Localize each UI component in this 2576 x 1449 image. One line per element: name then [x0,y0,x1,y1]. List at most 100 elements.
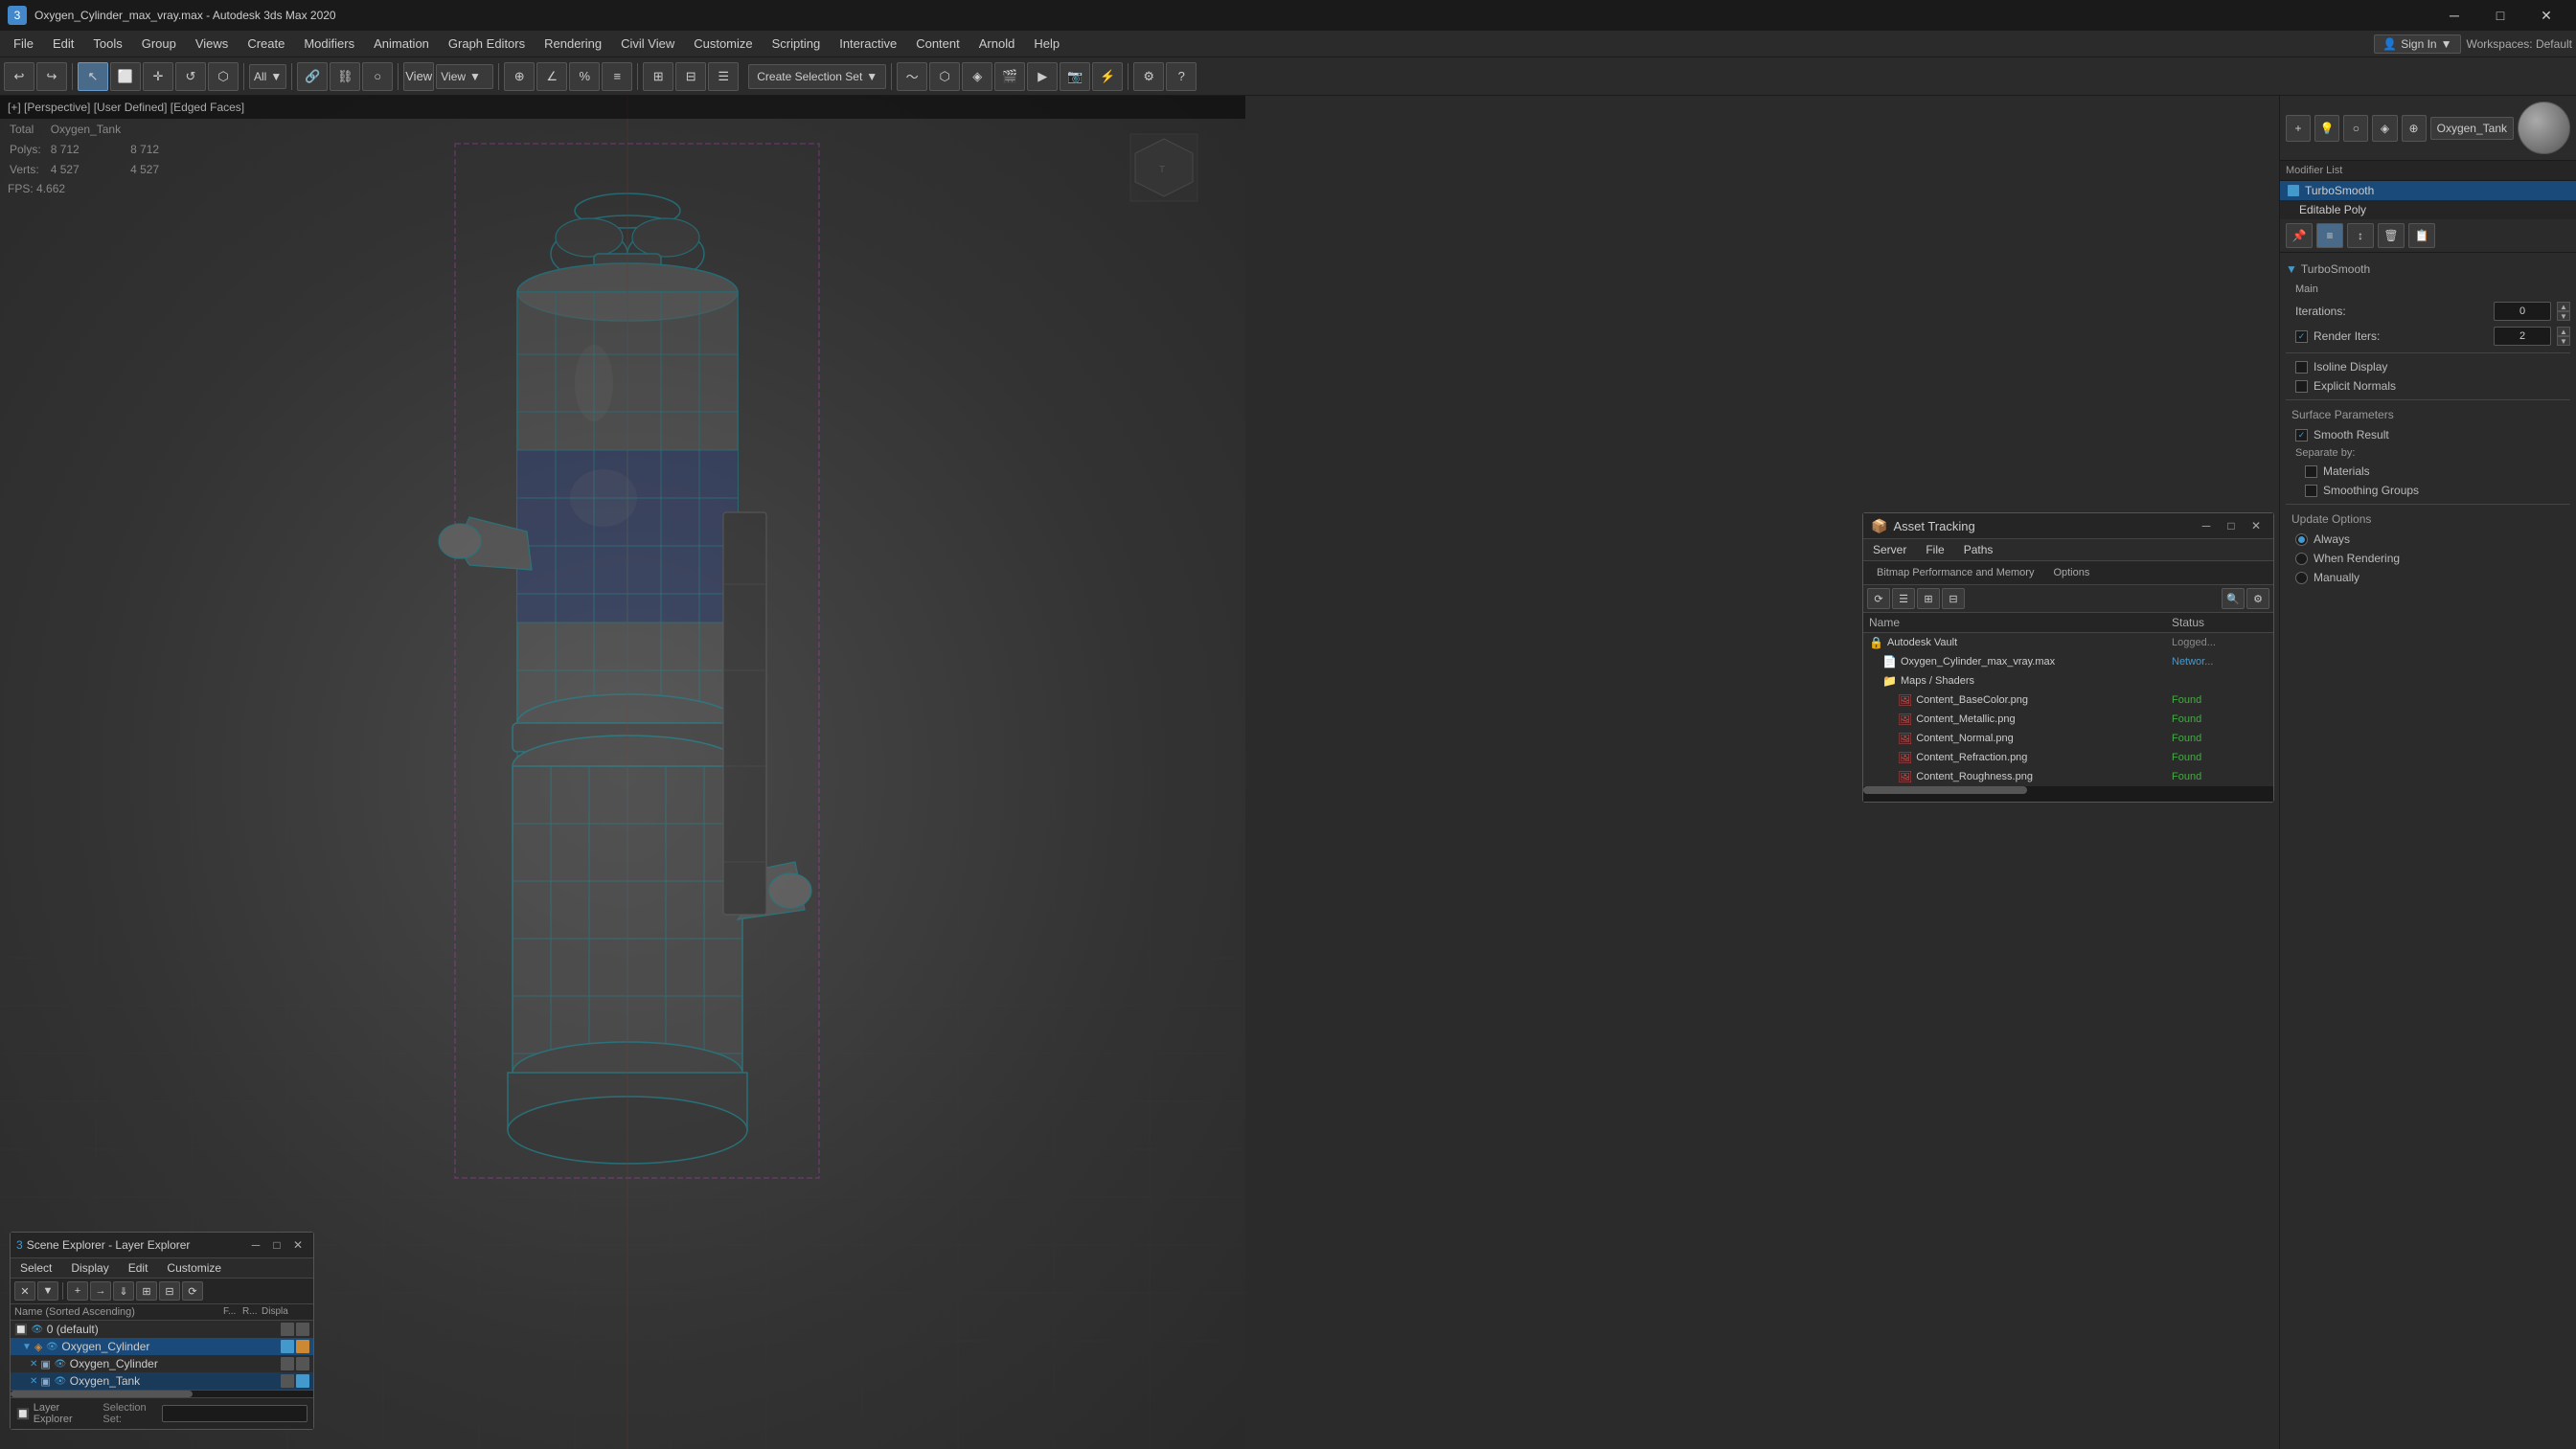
copy-tab-button[interactable]: 📋 [2408,223,2435,248]
se-selection-set-input[interactable] [162,1405,308,1422]
redo-button[interactable]: ↪ [36,62,67,91]
minimize-button[interactable]: ─ [2432,0,2476,31]
menu-arnold[interactable]: Arnold [969,33,1025,55]
help-button[interactable]: ? [1166,62,1197,91]
iterations-up-button[interactable]: ▲ [2557,302,2570,311]
filter-dropdown[interactable]: All ▼ [249,64,286,89]
menu-help[interactable]: Help [1024,33,1069,55]
render-iters-up-button[interactable]: ▲ [2557,327,2570,336]
move-tab-button[interactable]: ↕ [2347,223,2374,248]
at-file-menu[interactable]: File [1916,539,1953,560]
render-last-button[interactable]: ⚡ [1092,62,1123,91]
at-settings-button[interactable]: ⚙ [2246,588,2269,609]
menu-interactive[interactable]: Interactive [830,33,906,55]
se-maximize-button[interactable]: □ [267,1236,286,1254]
se-minimize-button[interactable]: ─ [246,1236,265,1254]
at-normal-row[interactable]: 🖼 Content_Normal.png Found [1863,729,2273,748]
iterations-input[interactable] [2494,302,2551,321]
menu-create[interactable]: Create [238,33,294,55]
bind-button[interactable]: ○ [362,62,393,91]
se-customize-menu[interactable]: Customize [157,1258,231,1278]
se-layer-0-default[interactable]: 🔲 👁 0 (default) [11,1321,313,1338]
at-options-submenu[interactable]: Options [2045,565,2097,580]
at-paths-menu[interactable]: Paths [1954,539,2003,560]
camera-icon-button[interactable]: ○ [2343,115,2368,142]
menu-group[interactable]: Group [132,33,186,55]
sign-in-button[interactable]: 👤 Sign In ▼ [2374,34,2460,54]
se-display-menu[interactable]: Display [61,1258,118,1278]
at-close-button[interactable]: ✕ [2246,517,2266,534]
se-scrollbar-thumb[interactable] [11,1391,193,1397]
materials-checkbox[interactable] [2305,465,2317,478]
at-roughness-row[interactable]: 🖼 Content_Roughness.png Found [1863,767,2273,786]
at-server-menu[interactable]: Server [1863,539,1916,560]
delete-tab-button[interactable]: 🗑 [2378,223,2405,248]
menu-animation[interactable]: Animation [364,33,439,55]
menu-edit[interactable]: Edit [43,33,83,55]
menu-tools[interactable]: Tools [83,33,131,55]
scale-button[interactable]: ⬡ [208,62,239,91]
menu-views[interactable]: Views [186,33,238,55]
se-expand-button[interactable]: ⊞ [136,1281,157,1301]
se-oxygen-tank-item[interactable]: ✕ ▣ 👁 Oxygen_Tank [11,1372,313,1390]
menu-rendering[interactable]: Rendering [535,33,611,55]
rotate-button[interactable]: ↺ [175,62,206,91]
menu-civil-view[interactable]: Civil View [611,33,684,55]
at-maximize-button[interactable]: □ [2222,517,2241,534]
at-maps-folder-row[interactable]: 📁 Maps / Shaders [1863,671,2273,691]
at-vault-row[interactable]: 🔒 Autodesk Vault Logged... [1863,633,2273,652]
at-search-button[interactable]: 🔍 [2222,588,2245,609]
at-h-scrollbar[interactable] [1863,786,2273,794]
spacewarp-icon-button[interactable]: ⊕ [2402,115,2427,142]
create-icon-button[interactable]: + [2286,115,2311,142]
at-list-button[interactable]: ☰ [1892,588,1915,609]
render-setup-button[interactable]: 🎬 [994,62,1025,91]
create-selection-set-button[interactable]: Create Selection Set ▼ [748,64,886,89]
se-sync-button[interactable]: ⟳ [182,1281,203,1301]
layer-manager-button[interactable]: ☰ [708,62,739,91]
view-dropdown[interactable]: View ▼ [436,64,493,89]
schematic-button[interactable]: ⬡ [929,62,960,91]
undo-button[interactable]: ↩ [4,62,34,91]
settings-button[interactable]: ⚙ [1133,62,1164,91]
maximize-button[interactable]: □ [2478,0,2522,31]
se-add-layer-button[interactable]: + [67,1281,88,1301]
se-delete-button[interactable]: ✕ [14,1281,35,1301]
se-select-children-button[interactable]: ⇓ [113,1281,134,1301]
render-button[interactable]: ▶ [1027,62,1058,91]
at-bitmap-submenu[interactable]: Bitmap Performance and Memory [1869,565,2041,580]
when-rendering-radio[interactable] [2295,553,2308,565]
menu-file[interactable]: File [4,33,43,55]
link-button[interactable]: 🔗 [297,62,328,91]
at-h-scrollbar-thumb[interactable] [1863,786,2027,794]
smoothing-groups-checkbox[interactable] [2305,485,2317,497]
modifier-item-turbosmooth[interactable]: TurboSmooth [2280,181,2576,200]
align-button[interactable]: ⊟ [675,62,706,91]
light-icon-button[interactable]: 💡 [2314,115,2339,142]
select-region-button[interactable]: ⬜ [110,62,141,91]
at-grid-button[interactable]: ⊟ [1942,588,1965,609]
percent-snap-button[interactable]: % [569,62,600,91]
smooth-result-checkbox[interactable]: ✓ [2295,429,2308,441]
spinner-snap-button[interactable]: ≡ [602,62,632,91]
se-filter-button[interactable]: ▼ [37,1281,58,1301]
se-oxygen-cylinder-mesh[interactable]: ✕ ▣ 👁 Oxygen_Cylinder [11,1355,313,1372]
select-button[interactable]: ↖ [78,62,108,91]
render-iters-checkbox[interactable]: ✓ [2295,330,2308,343]
at-max-file-row[interactable]: 📄 Oxygen_Cylinder_max_vray.max Networ... [1863,652,2273,671]
at-refresh-button[interactable]: ⟳ [1867,588,1890,609]
se-select-menu[interactable]: Select [11,1258,61,1278]
menu-graph-editors[interactable]: Graph Editors [439,33,535,55]
helper-icon-button[interactable]: ◈ [2372,115,2397,142]
at-refraction-row[interactable]: 🖼 Content_Refraction.png Found [1863,748,2273,767]
explicit-normals-checkbox[interactable] [2295,380,2308,393]
pin-tab-button[interactable]: 📌 [2286,223,2313,248]
menu-content[interactable]: Content [906,33,969,55]
se-close-button[interactable]: ✕ [288,1236,308,1254]
view-btn[interactable]: View [403,62,434,91]
render-iters-down-button[interactable]: ▼ [2557,336,2570,346]
unlink-button[interactable]: ⛓ [330,62,360,91]
material-editor-button[interactable]: ◈ [962,62,992,91]
render-frame-button[interactable]: 📷 [1060,62,1090,91]
at-metallic-row[interactable]: 🖼 Content_Metallic.png Found [1863,710,2273,729]
